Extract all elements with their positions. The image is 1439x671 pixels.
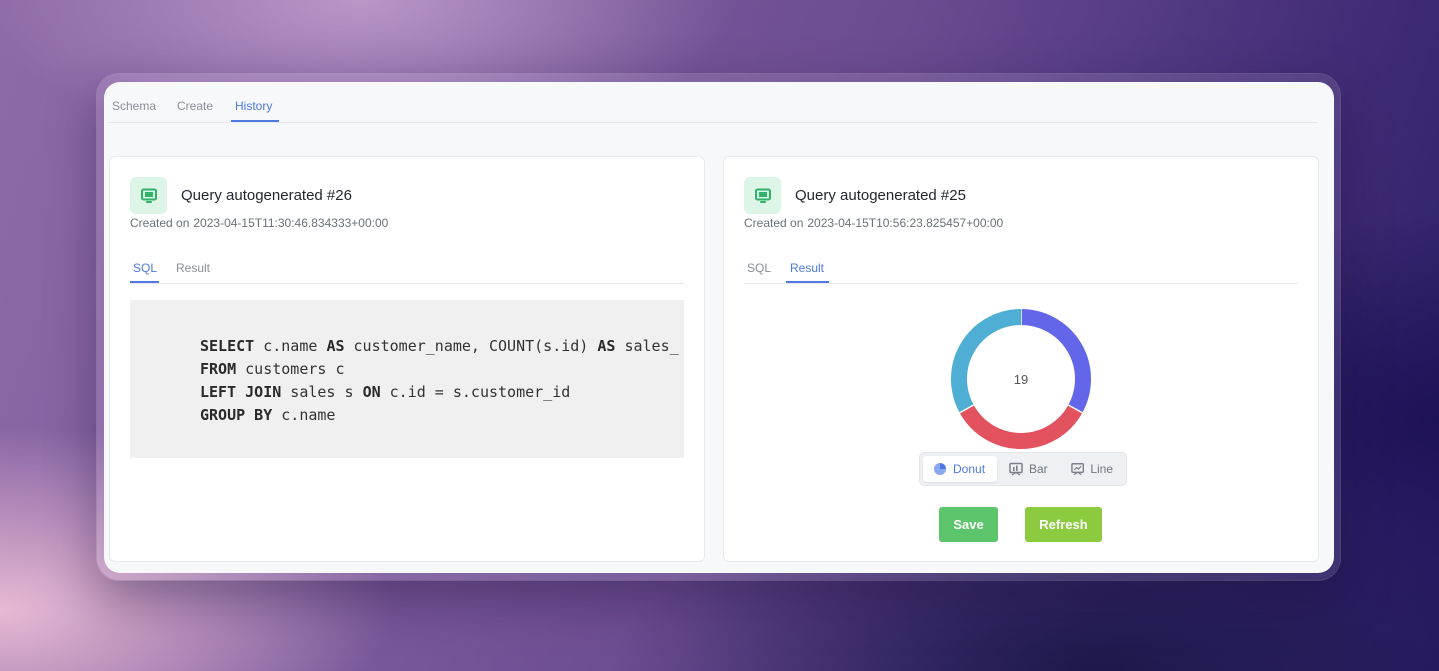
tab-result[interactable]: Result — [176, 261, 210, 275]
chart-type-donut[interactable]: Donut — [923, 456, 997, 482]
chart-type-bar[interactable]: Bar — [999, 456, 1059, 482]
donut-center-label: 19 — [1013, 371, 1029, 387]
active-subtab-indicator — [130, 281, 159, 283]
card-title: Query autogenerated #25 — [795, 187, 966, 204]
donut-chart: 19 — [949, 307, 1093, 451]
monitor-icon — [744, 177, 781, 214]
sql-keyword: SELECT — [200, 337, 255, 355]
sql-text: c.name — [254, 337, 327, 355]
pie-chart-icon — [934, 463, 946, 475]
sql-keyword: FROM — [200, 360, 237, 378]
tab-create[interactable]: Create — [177, 99, 213, 113]
sql-text: customers c — [236, 360, 345, 378]
save-button[interactable]: Save — [939, 507, 998, 542]
sql-text: customer_name, COUNT(s.id) — [344, 337, 598, 355]
created-prefix: Created on — [130, 216, 190, 230]
sql-code: SELECT c.name AS customer_name, COUNT(s.… — [200, 335, 679, 427]
sql-keyword: LEFT JOIN — [200, 383, 282, 401]
sql-keyword: GROUP BY — [200, 406, 273, 424]
tab-history[interactable]: History — [235, 99, 272, 113]
active-subtab-indicator — [786, 281, 829, 283]
tab-sql[interactable]: SQL — [747, 261, 771, 275]
query-card-25: Query autogenerated #25 Created on 2023-0… — [723, 156, 1319, 562]
card-tab-bar: SQL Result — [744, 253, 1298, 284]
created-prefix: Created on — [744, 216, 804, 230]
card-title: Query autogenerated #26 — [181, 187, 352, 204]
created-timestamp: Created on 2023-04-15T10:56:23.825457+00:… — [744, 216, 1003, 230]
sql-keyword: AS — [597, 337, 616, 355]
bar-chart-icon — [1009, 462, 1023, 476]
sql-keyword: AS — [326, 337, 345, 355]
chart-type-line[interactable]: Line — [1061, 456, 1123, 482]
chart-type-label: Bar — [1029, 462, 1048, 476]
sql-code-block: SELECT c.name AS customer_name, COUNT(s.… — [130, 300, 684, 458]
sql-text: sales s — [281, 383, 363, 401]
sql-text: c.name — [272, 406, 336, 424]
created-timestamp: Created on 2023-04-15T11:30:46.834333+00:… — [130, 216, 388, 230]
sql-text: sales_ — [615, 337, 679, 355]
tab-schema[interactable]: Schema — [112, 99, 156, 113]
created-value: 2023-04-15T11:30:46.834333+00:00 — [193, 216, 389, 230]
chart-type-label: Donut — [953, 462, 986, 476]
tab-result[interactable]: Result — [790, 261, 824, 275]
tab-sql[interactable]: SQL — [133, 261, 157, 275]
query-card-26: Query autogenerated #26 Created on 2023-0… — [109, 156, 705, 562]
monitor-icon — [130, 177, 167, 214]
chart-type-label: Line — [1090, 462, 1113, 476]
line-chart-icon — [1071, 463, 1085, 476]
sql-text: c.id = s.customer_id — [380, 383, 571, 401]
chart-type-switch: Donut Bar Line — [919, 452, 1127, 486]
active-tab-indicator — [231, 120, 279, 122]
refresh-button[interactable]: Refresh — [1025, 507, 1102, 542]
top-tab-bar: Schema Create History — [108, 82, 1318, 123]
created-value: 2023-04-15T10:56:23.825457+00:00 — [807, 216, 1004, 230]
sql-keyword: ON — [362, 383, 381, 401]
app-window: Schema Create History Query autogenerate… — [104, 82, 1334, 573]
card-tab-bar: SQL Result — [130, 253, 684, 284]
